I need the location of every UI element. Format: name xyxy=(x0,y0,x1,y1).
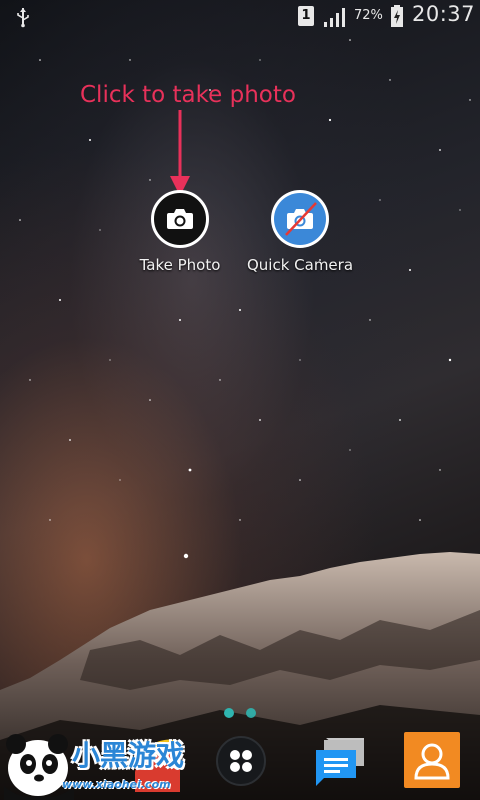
app-label: Take Photo xyxy=(139,256,221,274)
watermark: 小黑游戏 www.xiaohei.com xyxy=(0,726,200,800)
usb-icon xyxy=(17,8,29,28)
messages-icon[interactable] xyxy=(312,734,368,788)
sim-slot-indicator: 1 xyxy=(298,6,314,26)
contacts-icon[interactable] xyxy=(404,732,460,788)
watermark-text: 小黑游戏 xyxy=(72,739,185,772)
app-drawer-icon[interactable] xyxy=(216,736,266,786)
battery-charging-icon xyxy=(391,5,403,27)
home-screen: 1 72% 20:37 Click to take photo Take Pho… xyxy=(0,0,480,800)
camera-disabled-icon xyxy=(271,190,329,248)
arrow-down-icon xyxy=(170,110,190,196)
annotation-text: Click to take photo xyxy=(80,82,296,108)
camera-icon xyxy=(151,190,209,248)
battery-percent: 72% xyxy=(354,8,383,23)
signal-bars-icon xyxy=(324,8,345,27)
watermark-url: www.xiaohei.com xyxy=(62,778,171,791)
page-dot[interactable] xyxy=(246,708,256,718)
status-bar: 1 72% 20:37 xyxy=(0,0,480,32)
app-take-photo[interactable]: Take Photo xyxy=(120,190,240,274)
app-quick-camera[interactable]: Quick Camera xyxy=(240,190,360,274)
clock: 20:37 xyxy=(412,2,476,26)
page-indicator xyxy=(224,708,264,720)
page-dot[interactable] xyxy=(224,708,234,718)
app-label: Quick Camera xyxy=(246,256,354,274)
